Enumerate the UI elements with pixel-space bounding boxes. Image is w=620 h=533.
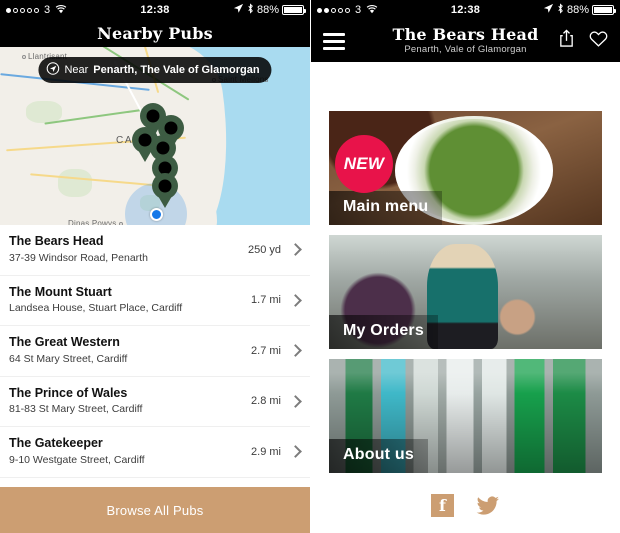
list-item[interactable]: The Gatekeeper 9-10 Westgate Street, Car… [0, 427, 310, 478]
list-item[interactable]: The Great Western 64 St Mary Street, Car… [0, 326, 310, 377]
pub-distance: 1.7 mi [251, 294, 281, 307]
dual-screenshot: 3 12:38 88% Nearby Pubs Dinas Powys Near… [0, 0, 620, 533]
pub-list: The Bears Head 37-39 Windsor Road, Penar… [0, 225, 310, 528]
feature-card-list: NEW Main menu My Orders About us [311, 62, 620, 473]
location-pill-prefix: Near [64, 64, 89, 76]
browse-all-pubs-button[interactable]: Browse All Pubs [0, 487, 310, 533]
pub-address: 81-83 St Mary Street, Cardiff [9, 403, 143, 416]
nearby-pubs-screen: 3 12:38 88% Nearby Pubs Dinas Powys Near… [0, 0, 310, 533]
pub-name: The Prince of Wales [9, 385, 128, 400]
card-label: My Orders [329, 315, 438, 349]
list-item[interactable]: The Bears Head 37-39 Windsor Road, Penar… [0, 225, 310, 276]
twitter-icon[interactable] [476, 494, 500, 517]
chevron-right-icon [289, 445, 302, 459]
battery-icon [592, 5, 616, 15]
chevron-right-icon [289, 344, 302, 358]
new-badge: NEW [335, 135, 393, 193]
card-label: Main menu [329, 191, 443, 225]
chevron-right-icon [289, 394, 302, 408]
chevron-right-icon [289, 293, 302, 307]
location-arrow-circle-icon [46, 62, 60, 78]
battery-percent-label: 88% [256, 4, 279, 16]
nav-bar-right: The Bears Head Penarth, Vale of Glamorga… [311, 20, 620, 62]
pub-address: 37-39 Windsor Road, Penarth [9, 251, 148, 264]
list-item[interactable]: The Prince of Wales 81-83 St Mary Street… [0, 377, 310, 427]
battery-percent-label: 88% [566, 4, 589, 16]
card-about-us[interactable]: About us [329, 359, 602, 473]
card-main-menu[interactable]: NEW Main menu [329, 111, 602, 225]
status-bar-right-group: 88% [543, 3, 616, 17]
pub-distance: 2.7 mi [251, 344, 281, 357]
pub-name: The Gatekeeper [9, 436, 103, 451]
pub-address: 64 St Mary Street, Cardiff [9, 352, 128, 365]
pub-address: 9-10 Westgate Street, Cardiff [9, 453, 145, 466]
pub-distance: 2.9 mi [251, 445, 281, 458]
location-pill-place: Penarth, The Vale of Glamorgan [93, 64, 260, 76]
status-bar-right-group: 88% [233, 3, 306, 17]
map-pin[interactable] [152, 173, 178, 207]
card-label: About us [329, 439, 428, 473]
share-icon[interactable] [558, 29, 575, 53]
pub-name: The Mount Stuart [9, 284, 112, 299]
location-arrow-icon [543, 3, 554, 17]
nav-actions [558, 29, 608, 53]
battery-icon [282, 5, 306, 15]
status-bar-right: 3 12:38 88% [311, 0, 620, 20]
map-green-area [58, 169, 92, 197]
pub-address: Landsea House, Stuart Place, Cardiff [9, 302, 183, 315]
card-my-orders[interactable]: My Orders [329, 235, 602, 349]
nav-bar-left: Nearby Pubs [0, 20, 310, 47]
map-view[interactable]: Llantrisant Saint Mellons CARDIFF Dinas … [0, 47, 310, 225]
list-item[interactable]: The Mount Stuart Landsea House, Stuart P… [0, 276, 310, 326]
pub-name: The Great Western [9, 335, 120, 350]
hamburger-menu-icon[interactable] [323, 32, 345, 50]
heart-outline-icon[interactable] [589, 30, 608, 53]
bluetooth-icon [247, 3, 254, 17]
social-links: f [311, 494, 620, 517]
bluetooth-icon [557, 3, 564, 17]
status-bar-left: 3 12:38 88% [0, 0, 310, 20]
pub-detail-screen: 3 12:38 88% The Bears Head Penarth, Vale… [310, 0, 620, 533]
chevron-right-icon [289, 243, 302, 257]
map-label: Dinas Powys [68, 219, 124, 225]
page-title: Nearby Pubs [97, 24, 213, 43]
facebook-icon[interactable]: f [431, 494, 454, 517]
pub-distance: 2.8 mi [251, 395, 281, 408]
pub-distance: 250 yd [247, 243, 281, 256]
user-location-dot [150, 208, 163, 221]
pub-name: The Bears Head [9, 234, 104, 249]
location-pill[interactable]: Near Penarth, The Vale of Glamorgan [38, 57, 272, 83]
map-green-area [26, 101, 62, 123]
location-arrow-icon [233, 3, 244, 17]
